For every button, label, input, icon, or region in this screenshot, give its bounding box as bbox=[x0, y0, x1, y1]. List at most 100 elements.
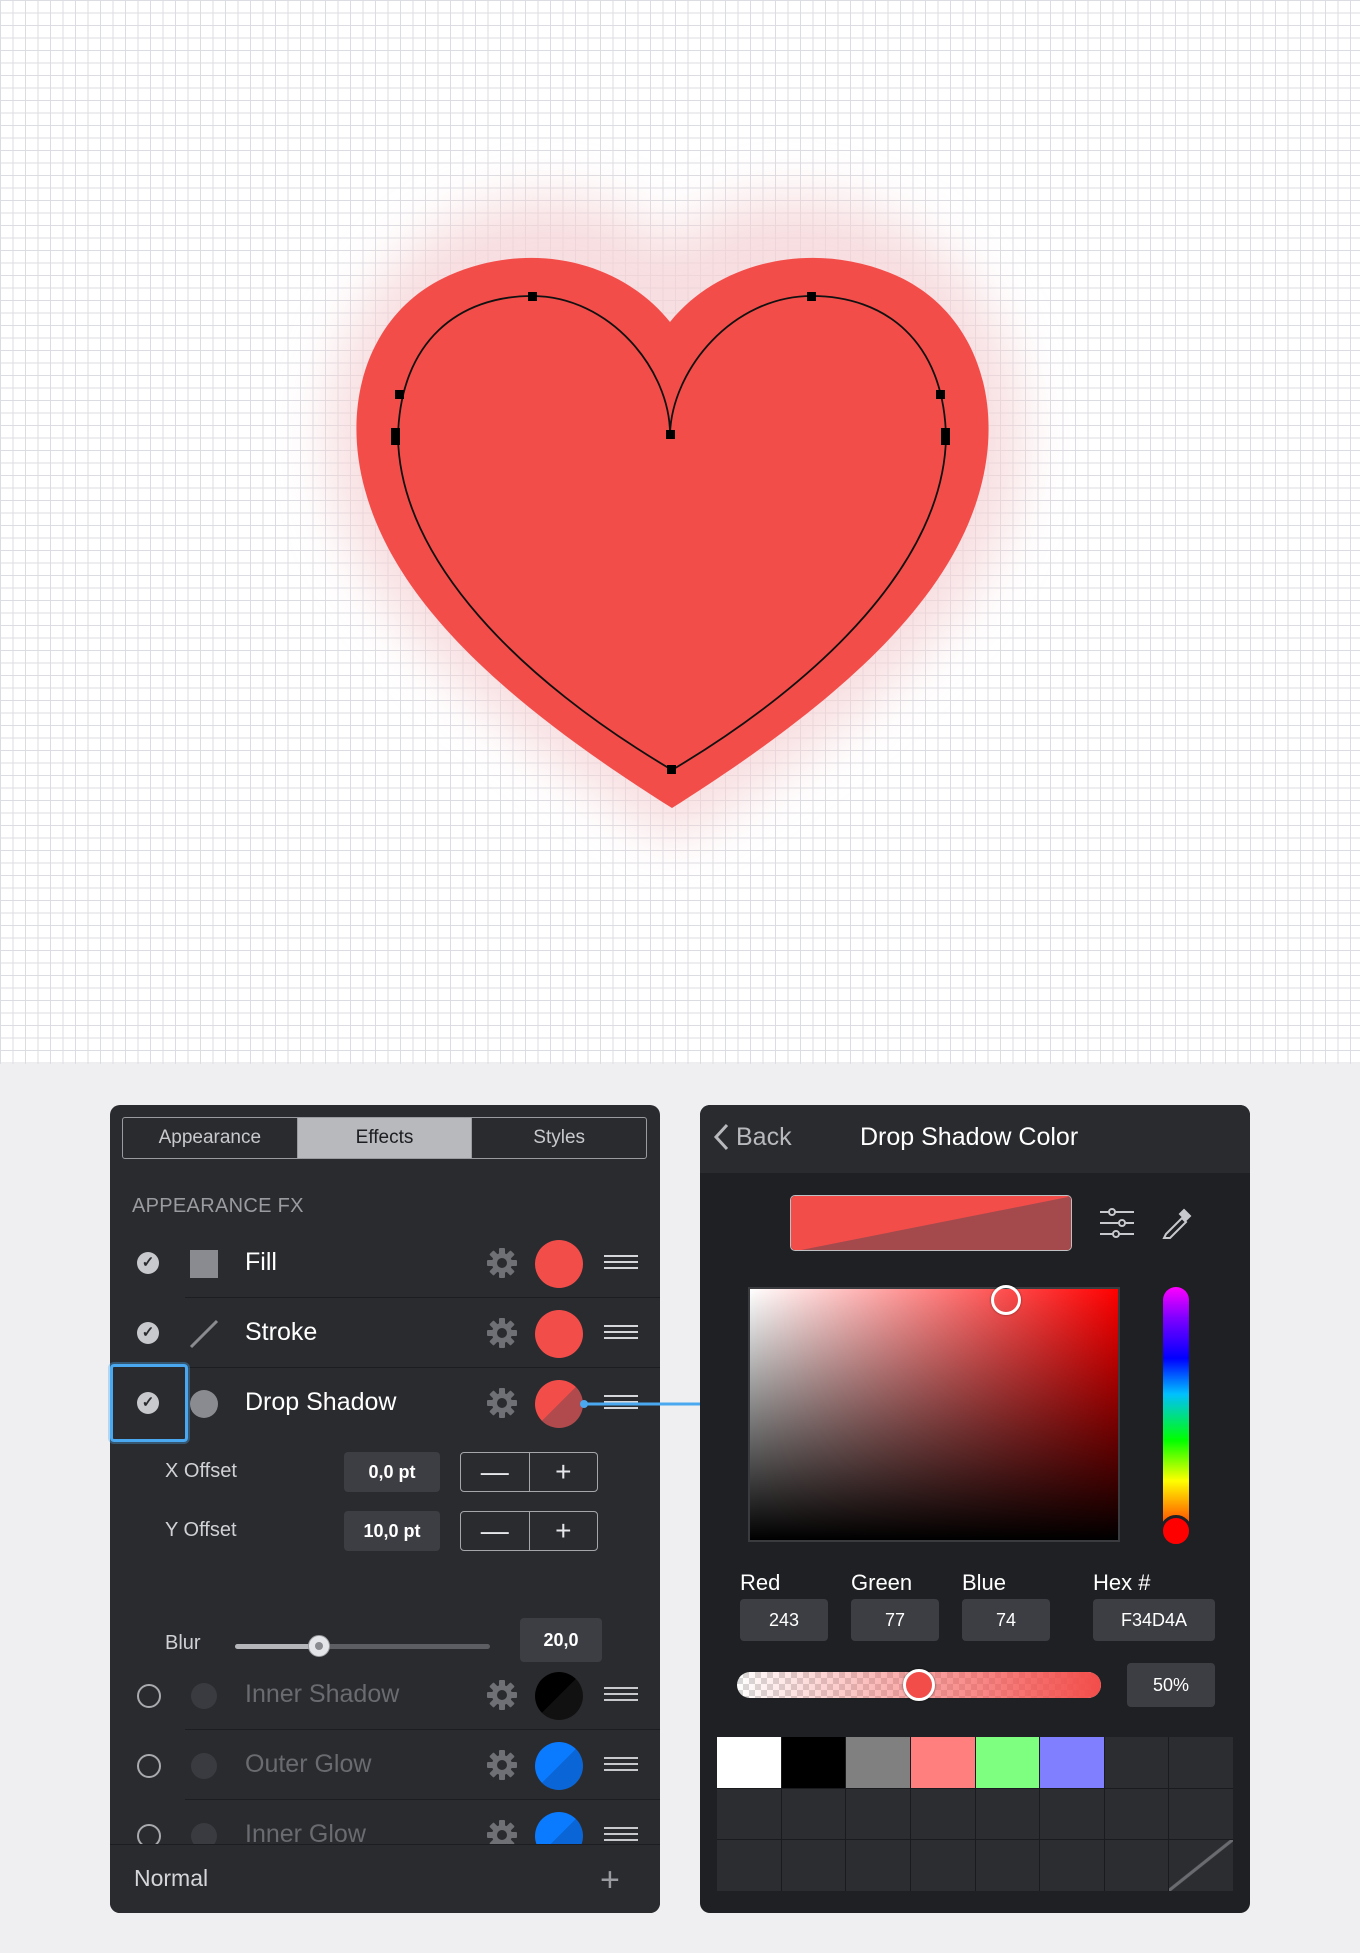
red-field[interactable]: 243 bbox=[740, 1599, 828, 1641]
y-offset-increment-button[interactable]: + bbox=[530, 1512, 598, 1550]
blur-slider[interactable] bbox=[235, 1635, 490, 1657]
palette-empty-swatch[interactable] bbox=[1040, 1840, 1104, 1891]
gear-icon[interactable] bbox=[485, 1386, 519, 1420]
palette-empty-swatch[interactable] bbox=[1169, 1788, 1233, 1840]
tab-styles[interactable]: Styles bbox=[472, 1118, 646, 1158]
x-offset-stepper: — + bbox=[460, 1452, 598, 1492]
palette-swatch[interactable] bbox=[717, 1737, 781, 1788]
eyedropper-icon[interactable] bbox=[1158, 1204, 1196, 1242]
panel-title: Drop Shadow Color bbox=[860, 1123, 1079, 1151]
heart-shape[interactable] bbox=[356, 257, 989, 808]
selected-row-highlight bbox=[110, 1364, 188, 1442]
y-offset-decrement-button[interactable]: — bbox=[461, 1512, 530, 1550]
hex-label: Hex # bbox=[1093, 1570, 1151, 1595]
reorder-handle-icon[interactable] bbox=[604, 1757, 638, 1773]
fx-label: Fill bbox=[245, 1248, 277, 1276]
blur-value-field[interactable]: 20,0 bbox=[520, 1618, 602, 1662]
palette-empty-swatch[interactable] bbox=[1104, 1840, 1169, 1891]
x-offset-field[interactable]: 0,0 pt bbox=[344, 1452, 440, 1492]
square-icon bbox=[188, 1248, 220, 1280]
palette-empty-swatch[interactable] bbox=[846, 1788, 910, 1840]
appearance-panel: Appearance Effects Styles APPEARANCE FX … bbox=[110, 1105, 660, 1913]
hue-slider[interactable] bbox=[1163, 1287, 1189, 1542]
sliders-icon[interactable] bbox=[1098, 1204, 1136, 1242]
hue-slider-knob[interactable] bbox=[1160, 1515, 1192, 1547]
gear-icon[interactable] bbox=[485, 1246, 519, 1280]
palette-empty-swatch[interactable] bbox=[1104, 1737, 1169, 1788]
outer-glow-color-swatch[interactable] bbox=[535, 1742, 583, 1790]
reorder-handle-icon[interactable] bbox=[604, 1325, 638, 1341]
palette-empty-swatch[interactable] bbox=[975, 1840, 1040, 1891]
fx-label: Drop Shadow bbox=[245, 1388, 397, 1416]
palette-swatch[interactable] bbox=[910, 1737, 975, 1788]
heart-artwork[interactable] bbox=[0, 0, 1360, 1064]
palette-empty-swatch[interactable] bbox=[910, 1788, 975, 1840]
stroke-color-swatch[interactable] bbox=[535, 1310, 583, 1358]
palette-empty-swatch[interactable] bbox=[846, 1840, 910, 1891]
reorder-handle-icon[interactable] bbox=[604, 1687, 638, 1703]
fx-row-fill[interactable]: ✓ Fill bbox=[110, 1228, 660, 1298]
fx-row-outer-glow[interactable]: Outer Glow bbox=[110, 1730, 660, 1800]
fx-label: Inner Shadow bbox=[245, 1680, 400, 1708]
palette-empty-swatch[interactable] bbox=[781, 1840, 846, 1891]
palette-swatch[interactable] bbox=[1040, 1737, 1104, 1788]
fill-color-swatch[interactable] bbox=[535, 1240, 583, 1288]
blur-slider-knob[interactable] bbox=[308, 1635, 331, 1657]
gear-icon[interactable] bbox=[485, 1678, 519, 1712]
palette-empty-swatch[interactable] bbox=[1169, 1840, 1233, 1891]
fx-row-stroke[interactable]: ✓ Stroke bbox=[110, 1298, 660, 1368]
panel-footer: Normal + bbox=[110, 1844, 660, 1913]
palette-empty-swatch[interactable] bbox=[1104, 1788, 1169, 1840]
hex-field[interactable]: F34D4A bbox=[1093, 1599, 1215, 1641]
green-label: Green bbox=[851, 1570, 913, 1595]
reorder-handle-icon[interactable] bbox=[604, 1827, 638, 1843]
tab-effects[interactable]: Effects bbox=[297, 1118, 473, 1158]
fill-checkbox[interactable]: ✓ bbox=[137, 1252, 159, 1274]
saturation-brightness-knob[interactable] bbox=[991, 1285, 1021, 1315]
saturation-brightness-picker[interactable] bbox=[748, 1285, 1120, 1542]
palette-empty-swatch[interactable] bbox=[717, 1788, 781, 1840]
back-label: Back bbox=[736, 1122, 792, 1151]
opacity-slider-knob[interactable] bbox=[903, 1669, 935, 1701]
drop-shadow-settings: X Offset 0,0 pt — + Y Offset 10,0 pt — +… bbox=[110, 1440, 660, 1662]
add-effect-button[interactable]: + bbox=[600, 1863, 620, 1897]
section-title: APPEARANCE FX bbox=[132, 1195, 304, 1217]
x-offset-increment-button[interactable]: + bbox=[530, 1453, 598, 1491]
fx-row-inner-shadow[interactable]: Inner Shadow bbox=[110, 1660, 660, 1730]
color-picker-panel: Back Drop Shadow Color Red Green Blue He… bbox=[700, 1105, 1250, 1913]
palette-swatch[interactable] bbox=[975, 1737, 1040, 1788]
artboard-canvas[interactable] bbox=[0, 0, 1360, 1064]
outer-glow-checkbox[interactable] bbox=[137, 1754, 161, 1778]
fx-row-drop-shadow[interactable]: ✓ Drop Shadow bbox=[110, 1368, 660, 1438]
palette-empty-swatch[interactable] bbox=[781, 1788, 846, 1840]
connector-line bbox=[580, 1400, 703, 1408]
palette-empty-swatch[interactable] bbox=[717, 1840, 781, 1891]
circle-icon bbox=[188, 1680, 220, 1712]
palette-empty-swatch[interactable] bbox=[1040, 1788, 1104, 1840]
x-offset-decrement-button[interactable]: — bbox=[461, 1453, 530, 1491]
gear-icon[interactable] bbox=[485, 1316, 519, 1350]
drop-shadow-color-swatch[interactable] bbox=[535, 1380, 583, 1428]
stroke-checkbox[interactable]: ✓ bbox=[137, 1322, 159, 1344]
y-offset-field[interactable]: 10,0 pt bbox=[344, 1511, 440, 1551]
tab-appearance[interactable]: Appearance bbox=[123, 1118, 298, 1158]
green-field[interactable]: 77 bbox=[851, 1599, 939, 1641]
inner-shadow-checkbox[interactable] bbox=[137, 1684, 161, 1708]
chevron-left-icon bbox=[713, 1123, 729, 1151]
palette-swatch[interactable] bbox=[846, 1737, 910, 1788]
circle-icon bbox=[188, 1750, 220, 1782]
gear-icon[interactable] bbox=[485, 1748, 519, 1782]
inner-shadow-color-swatch[interactable] bbox=[535, 1672, 583, 1720]
blue-field[interactable]: 74 bbox=[962, 1599, 1050, 1641]
opacity-field[interactable]: 50% bbox=[1127, 1663, 1215, 1707]
back-button[interactable]: Back bbox=[712, 1122, 792, 1152]
palette-empty-swatch[interactable] bbox=[910, 1840, 975, 1891]
blue-label: Blue bbox=[962, 1570, 1007, 1595]
blur-slider-fill bbox=[235, 1644, 320, 1649]
palette-swatch[interactable] bbox=[781, 1737, 846, 1788]
palette-empty-swatch[interactable] bbox=[1169, 1737, 1233, 1788]
color-preview-swatch bbox=[791, 1196, 1071, 1250]
reorder-handle-icon[interactable] bbox=[604, 1255, 638, 1271]
palette-empty-swatch[interactable] bbox=[975, 1788, 1040, 1840]
blend-mode-selector[interactable]: Normal bbox=[134, 1865, 208, 1892]
